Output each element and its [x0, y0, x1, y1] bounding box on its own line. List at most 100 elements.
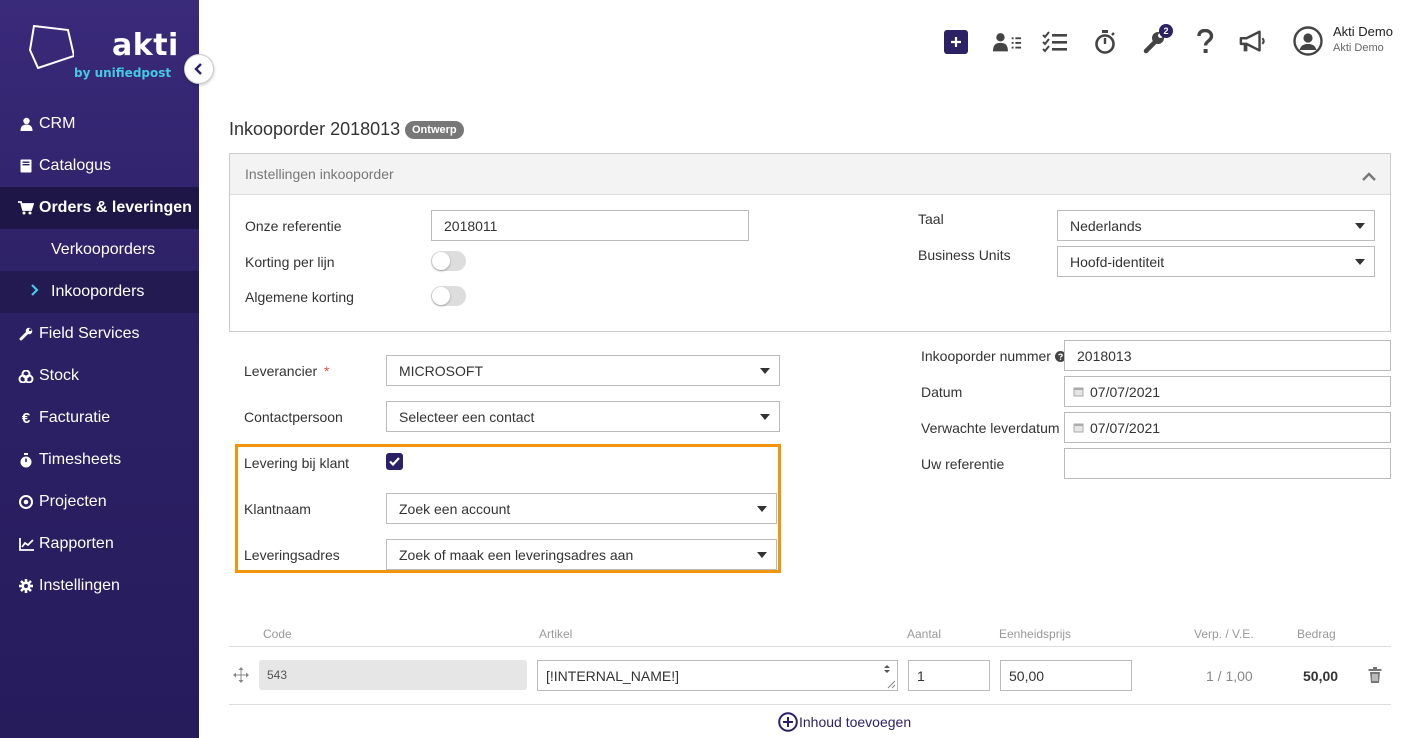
- cart-icon: [18, 201, 34, 215]
- verwachte-leverdatum-value: 07/07/2021: [1090, 419, 1161, 436]
- sidebar: akti by unifiedpost CRM Catalogus Orders…: [0, 0, 199, 738]
- sidebar-item-orders[interactable]: Orders & leveringen: [0, 187, 199, 229]
- stopwatch-icon: [18, 452, 34, 468]
- klantnaam-select[interactable]: Zoek een account: [386, 493, 777, 524]
- user-avatar[interactable]: [1293, 26, 1323, 56]
- settings-panel-header[interactable]: Instellingen inkooporder: [230, 154, 1390, 195]
- column-header-code: Code: [263, 627, 292, 641]
- sidebar-item-catalogus[interactable]: Catalogus: [0, 145, 199, 187]
- sidebar-item-facturatie[interactable]: € Facturatie: [0, 397, 199, 439]
- column-header-eenheidsprijs: Eenheidsprijs: [999, 627, 1072, 641]
- contacts-button[interactable]: [993, 28, 1021, 56]
- verwachte-leverdatum-input[interactable]: 07/07/2021: [1064, 412, 1391, 443]
- sidebar-item-label: Catalogus: [39, 157, 112, 174]
- sidebar-item-projecten[interactable]: Projecten: [0, 481, 199, 523]
- sidebar-item-label: Rapporten: [39, 535, 114, 552]
- uw-referentie-label: Uw referentie: [921, 456, 1005, 472]
- tasks-button[interactable]: [1041, 28, 1069, 56]
- line-artikel-textarea[interactable]: [!INTERNAL_NAME!]: [537, 660, 898, 691]
- plus-circle-icon: [778, 712, 798, 732]
- add-new-button[interactable]: [944, 30, 968, 54]
- calendar-icon: [1073, 422, 1084, 433]
- add-content-label: Inhoud toevoegen: [799, 714, 912, 730]
- sidebar-subitem-verkooporders[interactable]: Verkooporders: [0, 229, 199, 271]
- settings-panel: Instellingen inkooporder: [229, 153, 1391, 332]
- column-header-bedrag: Bedrag: [1297, 627, 1336, 641]
- algemene-korting-toggle[interactable]: [431, 286, 466, 306]
- onze-referentie-input[interactable]: 2018011: [431, 210, 749, 241]
- contactpersoon-select[interactable]: Selecteer een contact: [386, 401, 780, 432]
- sidebar-item-label: CRM: [39, 115, 76, 132]
- caret-down-icon: [1355, 223, 1365, 229]
- logo-shape-icon: [28, 24, 74, 70]
- plus-icon: [951, 37, 961, 47]
- book-icon: [18, 159, 34, 173]
- taal-select[interactable]: Nederlands: [1057, 210, 1375, 241]
- korting-per-lijn-toggle[interactable]: [431, 251, 466, 271]
- line-code-input[interactable]: 543: [259, 660, 527, 690]
- chevron-left-icon: [194, 63, 202, 75]
- sidebar-subitem-inkooporders[interactable]: Inkooporders: [0, 271, 199, 313]
- add-content-button[interactable]: Inhoud toevoegen: [778, 712, 911, 732]
- onze-referentie-label: Onze referentie: [245, 218, 342, 234]
- help-button[interactable]: [1191, 28, 1219, 56]
- contactpersoon-placeholder: Selecteer een contact: [399, 408, 535, 425]
- collapse-sidebar-button[interactable]: [184, 54, 214, 84]
- caret-down-icon: [1355, 259, 1365, 265]
- sidebar-item-field-services[interactable]: Field Services: [0, 313, 199, 355]
- contactpersoon-label: Contactpersoon: [244, 409, 343, 425]
- timer-button[interactable]: [1091, 28, 1119, 56]
- checkmark-icon: [389, 457, 400, 466]
- taal-label: Taal: [918, 211, 944, 227]
- inkooporder-nummer-input[interactable]: 2018013: [1064, 340, 1391, 371]
- sidebar-item-crm[interactable]: CRM: [0, 103, 199, 145]
- sidebar-item-rapporten[interactable]: Rapporten: [0, 523, 199, 565]
- sidebar-item-label: Facturatie: [39, 409, 111, 426]
- uw-referentie-input[interactable]: [1064, 448, 1391, 479]
- trash-icon[interactable]: [1368, 667, 1382, 688]
- wrench-icon: [18, 327, 34, 341]
- tasks-icon: [1042, 31, 1067, 53]
- sidebar-item-stock[interactable]: Stock: [0, 355, 199, 397]
- settings-panel-title: Instellingen inkooporder: [245, 166, 394, 182]
- announcements-button[interactable]: [1239, 28, 1267, 56]
- akti-logo[interactable]: akti by unifiedpost: [28, 22, 178, 86]
- verwachte-leverdatum-label: Verwachte leverdatum: [921, 420, 1060, 436]
- chevron-up-icon[interactable]: [1362, 168, 1376, 184]
- korting-per-lijn-label: Korting per lijn: [245, 254, 335, 270]
- stopwatch-icon: [1095, 30, 1115, 54]
- business-units-select[interactable]: Hoofd-identiteit: [1057, 246, 1375, 277]
- line-verp-value: 1 / 1,00: [1206, 668, 1253, 684]
- levering-bij-klant-checkbox[interactable]: [386, 453, 403, 470]
- datum-label: Datum: [921, 384, 963, 400]
- leverancier-select[interactable]: MICROSOFT: [386, 355, 780, 386]
- column-header-artikel: Artikel: [539, 627, 573, 641]
- klantnaam-label: Klantnaam: [244, 501, 311, 517]
- datum-input[interactable]: 07/07/2021: [1064, 376, 1391, 407]
- spin-arrows-icon[interactable]: [883, 664, 891, 674]
- sidebar-subitem-label: Inkooporders: [51, 283, 145, 300]
- leverancier-value: MICROSOFT: [399, 362, 483, 379]
- logo-wordmark: akti: [112, 28, 179, 63]
- leveringsadres-select[interactable]: Zoek of maak een leveringsadres aan: [386, 539, 777, 570]
- notification-badge: 2: [1159, 24, 1173, 38]
- sidebar-item-label: Timesheets: [39, 451, 122, 468]
- help-icon: [1197, 29, 1214, 53]
- resize-handle-icon[interactable]: [886, 679, 896, 689]
- line-eenheidsprijs-input[interactable]: 50,00: [1000, 660, 1132, 691]
- caret-down-icon: [760, 368, 770, 374]
- page-title: Inkooporder 2018013: [229, 119, 401, 139]
- drag-handle-icon[interactable]: [233, 667, 249, 688]
- datum-value: 07/07/2021: [1090, 383, 1161, 400]
- required-marker: *: [324, 363, 330, 379]
- line-aantal-input[interactable]: 1: [908, 660, 990, 691]
- tools-button[interactable]: 2: [1141, 24, 1173, 56]
- sidebar-item-instellingen[interactable]: Instellingen: [0, 565, 199, 607]
- boxes-icon: [18, 369, 34, 383]
- sidebar-item-timesheets[interactable]: Timesheets: [0, 439, 199, 481]
- chevron-right-icon: [31, 283, 39, 301]
- user-name[interactable]: Akti Demo: [1333, 24, 1393, 39]
- inkooporder-nummer-label: Inkooporder nummer: [921, 348, 1066, 364]
- leverancier-label-text: Leverancier: [244, 363, 318, 379]
- taal-value: Nederlands: [1070, 217, 1142, 234]
